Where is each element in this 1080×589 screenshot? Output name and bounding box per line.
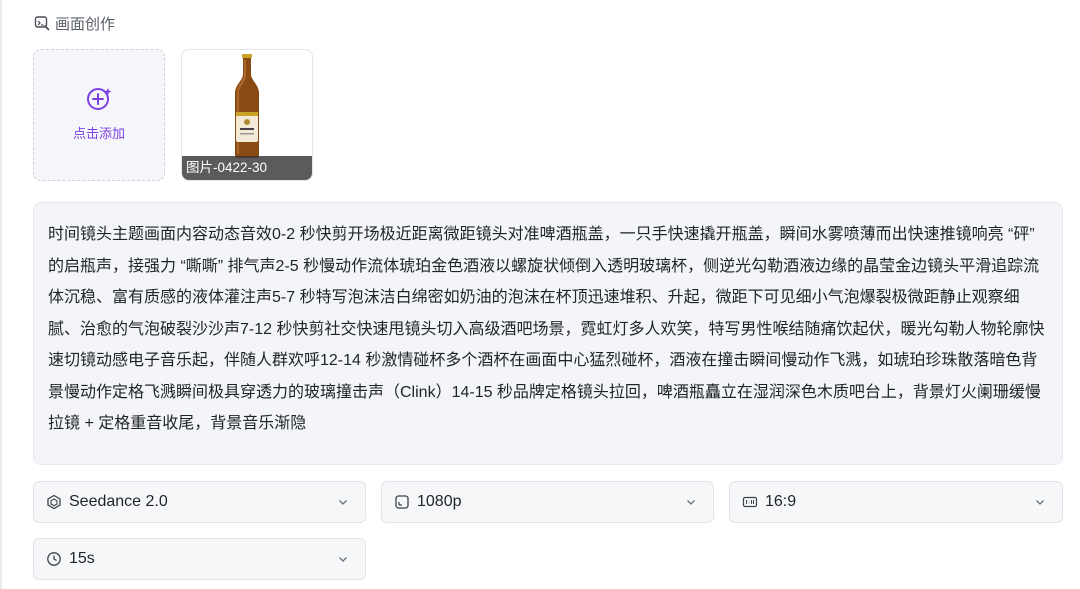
resolution-value: 1080p bbox=[417, 493, 462, 510]
add-circle-icon bbox=[85, 85, 113, 113]
chevron-down-icon bbox=[337, 496, 349, 508]
section-header: 画面创作 bbox=[34, 12, 115, 34]
add-image-button[interactable]: 点击添加 bbox=[33, 49, 165, 181]
beer-bottle-image bbox=[235, 54, 259, 158]
chevron-down-icon bbox=[1034, 496, 1046, 508]
image-caption: 图片-0422-30 bbox=[182, 156, 312, 180]
resolution-select[interactable]: 1080p bbox=[381, 481, 714, 523]
model-cube-icon bbox=[46, 494, 62, 510]
chevron-down-icon bbox=[337, 553, 349, 565]
aspect-ratio-icon bbox=[742, 494, 758, 510]
duration-value: 15s bbox=[69, 550, 95, 567]
prompt-textarea[interactable]: 时间镜头主题画面内容动态音效0-2 秒快剪开场极近距离微距镜头对准啤酒瓶盖，一只… bbox=[33, 202, 1063, 465]
resolution-icon bbox=[394, 494, 410, 510]
aspect-ratio-select[interactable]: 16:9 bbox=[729, 481, 1063, 523]
uploaded-image-thumbnail[interactable]: 图片-0422-30 bbox=[181, 49, 313, 181]
model-value: Seedance 2.0 bbox=[69, 493, 168, 510]
aspect-ratio-value: 16:9 bbox=[765, 493, 797, 510]
clock-icon bbox=[46, 551, 62, 567]
prompt-text: 时间镜头主题画面内容动态音效0-2 秒快剪开场极近距离微距镜头对准啤酒瓶盖，一只… bbox=[48, 226, 1045, 432]
add-image-label: 点击添加 bbox=[72, 125, 125, 141]
duration-select[interactable]: 15s bbox=[33, 538, 366, 580]
section-title: 画面创作 bbox=[55, 15, 116, 33]
panel-left-border bbox=[0, 0, 2, 589]
chevron-down-icon bbox=[685, 496, 697, 508]
model-select[interactable]: Seedance 2.0 bbox=[33, 481, 366, 523]
image-edit-icon bbox=[34, 15, 50, 31]
